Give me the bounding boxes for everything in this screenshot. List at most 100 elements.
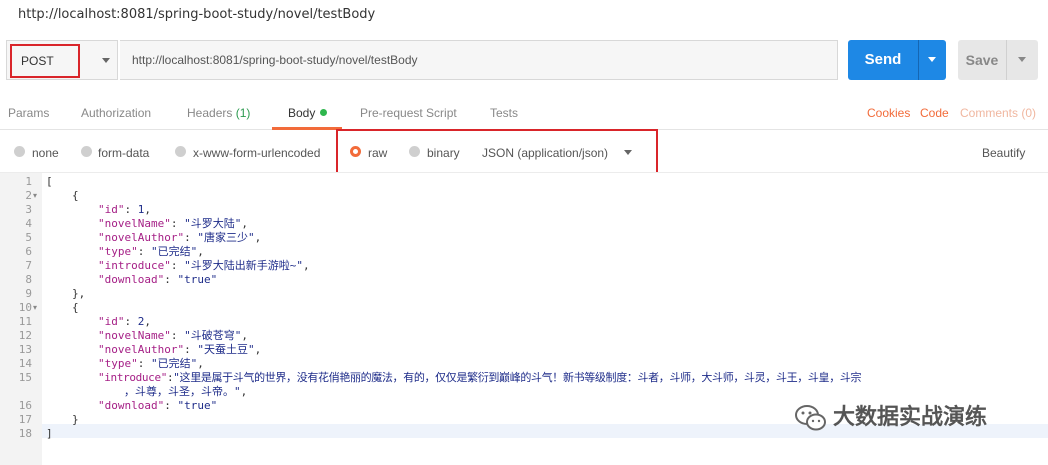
send-divider — [918, 40, 919, 80]
json-key: "novelAuthor" — [98, 343, 185, 356]
content-type-select[interactable]: JSON (application/json) — [482, 134, 608, 172]
fold-arrow-icon[interactable]: ▾ — [33, 189, 37, 203]
send-button[interactable]: Send — [848, 40, 946, 80]
json-value: "唐家三少" — [197, 231, 255, 244]
tab-prerequest-script[interactable]: Pre-request Script — [360, 96, 457, 130]
save-button-label: Save — [965, 52, 999, 68]
json-key: "download" — [98, 399, 165, 412]
chevron-down-icon — [102, 58, 110, 63]
radio-none-label: none — [32, 146, 59, 160]
code-line: }, — [72, 287, 86, 300]
radio-raw-label: raw — [368, 146, 388, 160]
wechat-icon — [795, 405, 826, 431]
json-value: "已完结" — [151, 245, 198, 258]
line-number: 8 — [25, 273, 32, 286]
line-number: 17 — [18, 413, 32, 426]
json-value: "已完结" — [151, 357, 198, 370]
json-key: "novelAuthor" — [98, 231, 185, 244]
line-number-gutter: 1 2 ▾ 3 4 5 6 7 8 9 10 ▾ 11 12 13 14 15 … — [0, 173, 42, 465]
save-button[interactable]: Save — [958, 40, 1038, 80]
json-value-continued: ，斗尊，斗圣，斗帝。" — [124, 385, 241, 398]
json-value: "斗罗大陆" — [184, 217, 242, 230]
tab-body[interactable]: Body — [288, 96, 328, 130]
json-value: "true" — [177, 273, 218, 286]
window-title: http://localhost:8081/spring-boot-study/… — [0, 0, 1048, 30]
json-value: "天蚕土豆" — [197, 343, 255, 356]
json-key: "type" — [98, 357, 138, 370]
line-number: 10 — [18, 301, 32, 314]
line-number: 15 — [18, 371, 32, 384]
line-number: 4 — [25, 217, 32, 230]
tab-params[interactable]: Params — [8, 96, 49, 130]
watermark-text: 大数据实战演练 — [833, 405, 988, 430]
tab-headers[interactable]: Headers (1) — [187, 96, 250, 130]
code-line: "introduce":"这里是属于斗气的世界，没有花俏艳丽的魔法，有的，仅仅是… — [98, 371, 862, 384]
headers-count-badge: (1) — [235, 106, 251, 120]
request-row: POST http://localhost:8081/spring-boot-s… — [0, 38, 1048, 82]
code-line: "novelName": "斗破苍穹", — [98, 329, 248, 342]
beautify-link[interactable]: Beautify — [982, 134, 1025, 172]
radio-form-data-label: form-data — [98, 146, 150, 160]
code-line: "type": "已完结", — [98, 245, 204, 258]
line-number: 3 — [25, 203, 32, 216]
send-button-label: Send — [864, 51, 902, 68]
line-number: 18 — [18, 427, 32, 440]
line-number: 5 — [25, 231, 32, 244]
watermark: 大数据实战演练 — [793, 398, 1043, 438]
tab-authorization[interactable]: Authorization — [81, 96, 151, 130]
code-line: { — [72, 301, 79, 314]
json-key: "introduce" — [98, 259, 171, 272]
code-line: { — [72, 189, 79, 202]
request-tabs: Params Authorization Headers (1) Body Pr… — [0, 96, 1048, 130]
code-line: "novelName": "斗罗大陆", — [98, 217, 248, 230]
line-number: 2 — [25, 189, 32, 202]
code-line: "download": "true" — [98, 273, 218, 286]
line-number: 11 — [18, 315, 32, 328]
json-value: "这里是属于斗气的世界，没有花俏艳丽的魔法，有的，仅仅是繁衍到巅峰的斗气！新书等… — [173, 371, 862, 384]
radio-urlencoded[interactable] — [175, 146, 186, 157]
line-number: 7 — [25, 259, 32, 272]
code-line: "id": 1, — [98, 203, 151, 216]
line-number: 12 — [18, 329, 32, 342]
radio-binary[interactable] — [409, 146, 420, 157]
radio-form-data[interactable] — [81, 146, 92, 157]
cookies-link[interactable]: Cookies — [867, 96, 910, 130]
json-key: "download" — [98, 273, 165, 286]
json-key: "introduce" — [98, 371, 167, 384]
json-value: "true" — [177, 399, 218, 412]
line-number: 1 — [25, 175, 32, 188]
json-key: "novelName" — [98, 329, 171, 342]
radio-urlencoded-label: x-www-form-urlencoded — [193, 146, 321, 160]
tab-headers-label: Headers — [187, 106, 233, 120]
json-value: "斗破苍穹" — [184, 329, 242, 342]
line-number: 16 — [18, 399, 32, 412]
code-line: "type": "已完结", — [98, 357, 204, 370]
comments-link[interactable]: Comments (0) — [960, 96, 1036, 130]
save-options-chevron-icon[interactable] — [1018, 57, 1026, 62]
url-value: http://localhost:8081/spring-boot-study/… — [132, 53, 418, 67]
tab-tests[interactable]: Tests — [490, 96, 518, 130]
code-line: "novelAuthor": "天蚕土豆", — [98, 343, 262, 356]
url-input[interactable]: http://localhost:8081/spring-boot-study/… — [120, 40, 838, 80]
line-number: 6 — [25, 245, 32, 258]
body-type-options: none form-data x-www-form-urlencoded raw… — [0, 129, 1048, 174]
json-key: "id" — [98, 315, 125, 328]
content-type-chevron-icon[interactable] — [624, 150, 632, 155]
code-link[interactable]: Code — [920, 96, 949, 130]
fold-arrow-icon[interactable]: ▾ — [33, 301, 37, 315]
method-select[interactable]: POST — [6, 40, 118, 80]
json-value: "斗罗大陆出新手游啦~" — [184, 259, 303, 272]
line-number: 9 — [25, 287, 32, 300]
json-key: "id" — [98, 203, 125, 216]
tab-body-label: Body — [288, 106, 316, 120]
save-divider — [1006, 40, 1007, 80]
json-key: "novelName" — [98, 217, 171, 230]
code-line-wrapped: ，斗尊，斗圣，斗帝。", — [124, 385, 248, 398]
send-options-chevron-icon[interactable] — [928, 57, 936, 62]
code-line: "id": 2, — [98, 315, 151, 328]
json-key: "type" — [98, 245, 138, 258]
radio-raw[interactable] — [350, 146, 361, 157]
body-status-dot-icon — [320, 109, 328, 117]
code-line: "novelAuthor": "唐家三少", — [98, 231, 262, 244]
radio-none[interactable] — [14, 146, 25, 157]
